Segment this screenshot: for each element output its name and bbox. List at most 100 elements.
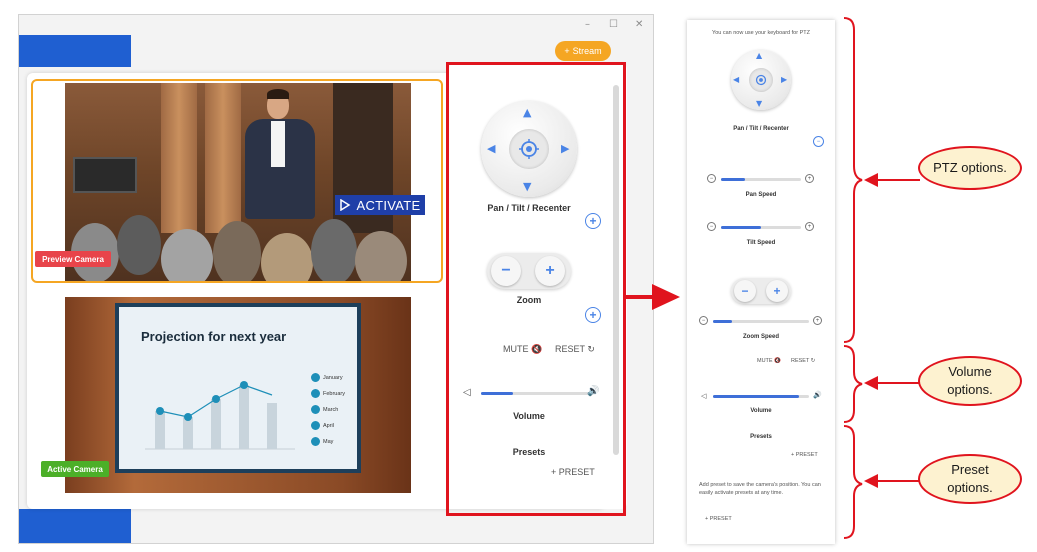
expand-zoom-plus-icon[interactable]: + bbox=[585, 307, 601, 323]
recenter-crosshair-icon bbox=[755, 74, 767, 86]
ptz-callout-arrow-line bbox=[876, 179, 920, 181]
speaker-high-icon: 🔊 bbox=[813, 391, 822, 399]
pan-left-arrow-icon[interactable]: ◀ bbox=[733, 76, 739, 84]
legend-marker-icon bbox=[311, 373, 320, 382]
stream-button-label: Stream bbox=[572, 46, 602, 56]
audience-head bbox=[117, 215, 161, 275]
ptz-callout: PTZ options. bbox=[918, 146, 1022, 190]
active-camera-feed[interactable]: Projection for next year January Februar… bbox=[65, 297, 411, 493]
pan-right-arrow-icon[interactable]: ▶ bbox=[781, 76, 787, 84]
preview-camera-label: Preview Camera bbox=[35, 251, 111, 267]
presets-label: Presets bbox=[750, 434, 772, 440]
mute-label: MUTE bbox=[503, 344, 529, 354]
reset-label: RESET bbox=[555, 344, 585, 354]
preset-callout-arrow-line bbox=[876, 480, 920, 482]
reset-icon: ↻ bbox=[810, 358, 816, 364]
slide-content: Projection for next year January Februar… bbox=[119, 307, 357, 469]
legend-item: March bbox=[311, 405, 338, 414]
recenter-button[interactable] bbox=[509, 129, 549, 169]
volume-label: Volume bbox=[750, 408, 772, 414]
zoom-out-button[interactable]: − bbox=[491, 256, 521, 286]
pan-right-arrow-icon[interactable]: ▶ bbox=[561, 143, 569, 154]
app-window: – ☐ ✕ + Stream Preview Camera ACTIVATE P… bbox=[18, 14, 654, 544]
tilt-down-arrow-icon[interactable]: ▼ bbox=[756, 100, 762, 108]
tilt-speed-slider[interactable] bbox=[721, 226, 801, 229]
audience-head bbox=[355, 231, 407, 281]
ptz-panel-scrollbar[interactable] bbox=[613, 85, 619, 455]
speaker-low-icon: ◁ bbox=[463, 387, 471, 398]
zoom-speed-increase-icon[interactable]: + bbox=[813, 316, 822, 325]
tilt-speed-increase-icon[interactable]: + bbox=[805, 222, 814, 231]
audience-head bbox=[311, 219, 357, 281]
bracket-annotations bbox=[843, 17, 863, 539]
speaker-mute-icon: 🔇 bbox=[531, 345, 543, 355]
audience-head bbox=[161, 229, 213, 281]
pan-speed-increase-icon[interactable]: + bbox=[805, 174, 814, 183]
legend-marker-icon bbox=[311, 389, 320, 398]
tilt-speed-label: Tilt Speed bbox=[746, 240, 776, 246]
add-preset-button[interactable]: + PRESET bbox=[791, 452, 818, 458]
zoom-speed-slider[interactable] bbox=[713, 320, 809, 323]
presets-label: Presets bbox=[512, 447, 546, 457]
zoom-speed-fill bbox=[713, 320, 733, 323]
zoom-in-button[interactable]: + bbox=[766, 280, 788, 302]
tilt-up-arrow-icon[interactable]: ▲ bbox=[523, 107, 531, 118]
pan-speed-decrease-icon[interactable]: − bbox=[707, 174, 716, 183]
preset-hint: Add preset to save the camera's position… bbox=[699, 482, 821, 496]
zoom-control: − + bbox=[487, 253, 571, 289]
zoom-control: − + bbox=[731, 278, 791, 304]
stream-button[interactable]: + Stream bbox=[555, 41, 611, 61]
monitor-shape bbox=[73, 157, 137, 193]
mute-button[interactable]: MUTE 🔇 bbox=[503, 344, 542, 355]
speaker-mute-icon: 🔇 bbox=[774, 358, 781, 364]
legend-item: May bbox=[311, 437, 333, 446]
audience-head bbox=[261, 233, 313, 281]
reset-button[interactable]: RESET ↻ bbox=[555, 344, 595, 355]
projection-slide: Projection for next year January Februar… bbox=[115, 303, 361, 473]
legend-marker-icon bbox=[311, 405, 320, 414]
preview-camera-feed bbox=[65, 83, 411, 281]
pan-tilt-label: Pan / Tilt / Recenter bbox=[487, 203, 571, 213]
reset-button[interactable]: RESET ↻ bbox=[791, 358, 815, 364]
mute-button[interactable]: MUTE 🔇 bbox=[757, 358, 781, 364]
recenter-button[interactable] bbox=[749, 68, 773, 92]
activate-button[interactable]: ACTIVATE bbox=[335, 195, 425, 215]
wall-panel bbox=[161, 83, 197, 233]
expanded-ptz-panel: You can now use your keyboard for PTZ ▲ … bbox=[687, 20, 835, 544]
ptz-brace bbox=[843, 17, 863, 343]
zoom-in-button[interactable]: + bbox=[535, 256, 565, 286]
legend-item: February bbox=[311, 389, 345, 398]
mute-label: MUTE bbox=[757, 358, 773, 364]
plus-icon: + bbox=[564, 46, 570, 56]
legend-marker-icon bbox=[311, 437, 320, 446]
preset-brace bbox=[843, 425, 863, 539]
volume-slider-fill bbox=[481, 392, 514, 395]
pan-tilt-pad[interactable]: ▲ ▼ ◀ ▶ bbox=[731, 50, 791, 110]
presenter-shirt bbox=[271, 121, 285, 167]
pan-speed-slider[interactable] bbox=[721, 178, 801, 181]
pan-tilt-pad[interactable]: ▲ ▼ ◀ ▶ bbox=[481, 101, 577, 197]
tilt-speed-decrease-icon[interactable]: − bbox=[707, 222, 716, 231]
speaker-low-icon: ◁ bbox=[701, 392, 707, 400]
add-preset-button[interactable]: + PRESET bbox=[551, 467, 595, 477]
volume-label: Volume bbox=[513, 411, 545, 421]
volume-slider[interactable] bbox=[713, 395, 809, 398]
pan-left-arrow-icon[interactable]: ◀ bbox=[487, 143, 495, 154]
minimize-button[interactable]: – bbox=[585, 19, 590, 30]
add-preset-bottom-button[interactable]: + PRESET bbox=[705, 516, 732, 522]
tilt-up-arrow-icon[interactable]: ▲ bbox=[756, 52, 762, 60]
zoom-out-button[interactable]: − bbox=[734, 280, 756, 302]
pan-speed-fill bbox=[721, 178, 745, 181]
reset-label: RESET bbox=[791, 358, 810, 364]
brand-bar-bottom bbox=[19, 509, 131, 543]
collapse-minus-icon[interactable]: − bbox=[813, 136, 824, 147]
zoom-speed-decrease-icon[interactable]: − bbox=[699, 316, 708, 325]
maximize-button[interactable]: ☐ bbox=[609, 19, 618, 30]
volume-slider[interactable] bbox=[481, 392, 589, 395]
pan-speed-label: Pan Speed bbox=[745, 192, 777, 198]
close-button[interactable]: ✕ bbox=[635, 19, 643, 30]
play-icon bbox=[340, 199, 351, 211]
expand-ptz-plus-icon[interactable]: + bbox=[585, 213, 601, 229]
tilt-down-arrow-icon[interactable]: ▼ bbox=[523, 181, 531, 192]
slide-title: Projection for next year bbox=[141, 329, 287, 344]
